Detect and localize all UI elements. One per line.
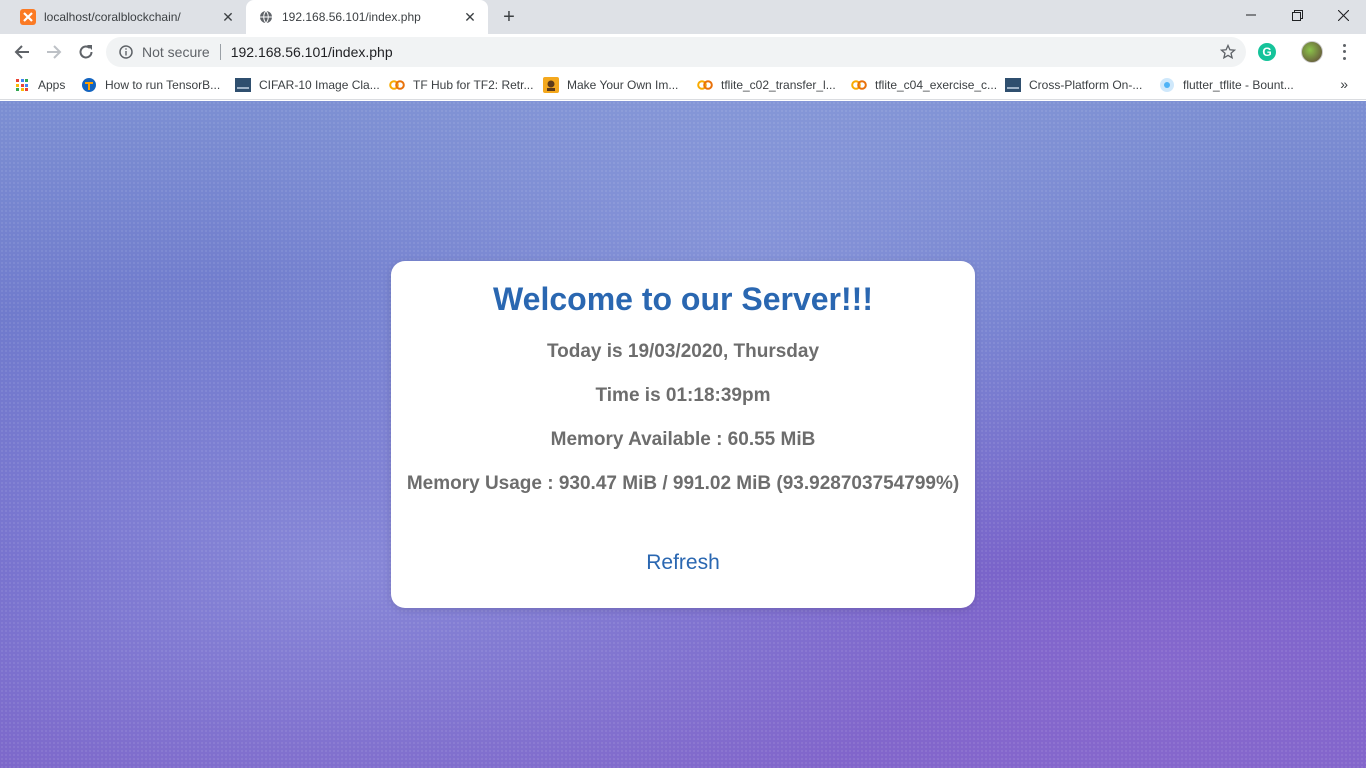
info-icon[interactable] — [118, 44, 134, 60]
bookmark-cross-platform[interactable]: Cross-Platform On-... — [1005, 76, 1142, 94]
bookmark-cifar10[interactable]: CIFAR-10 Image Cla... — [235, 76, 380, 94]
refresh-link[interactable]: Refresh — [391, 551, 975, 575]
browser-toolbar: Not secure 192.168.56.101/index.php — [0, 34, 1366, 70]
minimize-button[interactable] — [1228, 0, 1274, 30]
colab-icon — [851, 77, 867, 93]
bookmark-label: Apps — [38, 78, 66, 92]
browser-menu-button[interactable] — [1336, 42, 1352, 62]
memory-available-text: Memory Available : 60.55 MiB — [550, 429, 816, 450]
apps-grid-icon — [14, 77, 30, 93]
forward-arrow-icon — [47, 45, 62, 59]
time-text: Time is 01:18:39pm — [595, 385, 771, 406]
page-background: Welcome to our Server!!! Today is 19/03/… — [0, 101, 1366, 768]
server-info-card: Welcome to our Server!!! Today is 19/03/… — [391, 261, 975, 608]
bookmark-label: tflite_c02_transfer_l... — [721, 78, 836, 92]
bookmark-tensorboard[interactable]: How to run TensorB... — [81, 76, 220, 94]
profile-avatar[interactable] — [1301, 41, 1323, 63]
tab-close-icon[interactable]: ✕ — [220, 9, 236, 25]
reload-icon — [79, 45, 93, 59]
bountysource-icon — [1159, 77, 1175, 93]
separator — [219, 44, 221, 60]
bookmark-label: CIFAR-10 Image Cla... — [259, 78, 380, 92]
close-window-button[interactable] — [1320, 0, 1366, 30]
bookmark-make-your-own[interactable]: Make Your Own Im... — [543, 76, 678, 94]
bookmark-label: Make Your Own Im... — [567, 78, 679, 92]
back-arrow-icon — [14, 45, 29, 59]
bookmark-label: flutter_tflite - Bount... — [1183, 78, 1294, 92]
tab-strip: localhost/coralblockchain/ ✕ 192.168.56.… — [0, 0, 1366, 34]
security-label: Not secure — [142, 44, 210, 60]
grammarly-extension-icon[interactable]: G — [1258, 43, 1276, 61]
bookmark-label: How to run TensorB... — [105, 78, 221, 92]
bookmark-star-icon[interactable] — [1219, 43, 1237, 60]
bookmark-apps[interactable]: Apps — [14, 76, 65, 94]
colab-icon — [389, 77, 405, 93]
bookmark-label: Cross-Platform On-... — [1029, 78, 1143, 92]
back-button[interactable] — [8, 38, 36, 66]
close-icon — [1337, 9, 1349, 21]
date-text: Today is 19/03/2020, Thursday — [546, 341, 820, 362]
page-title: Welcome to our Server!!! — [493, 281, 873, 317]
xampp-icon — [20, 9, 36, 25]
reload-button[interactable] — [72, 38, 100, 66]
tab-title: localhost/coralblockchain/ — [44, 10, 181, 24]
address-bar[interactable]: Not secure 192.168.56.101/index.php — [106, 37, 1246, 67]
minimize-icon — [1246, 14, 1256, 16]
site-thumbnail-icon — [1005, 77, 1021, 93]
new-tab-button[interactable]: + — [498, 6, 520, 28]
more-bookmarks-chevron-icon[interactable]: » — [1340, 76, 1348, 92]
tab-localhost[interactable]: localhost/coralblockchain/ ✕ — [8, 0, 246, 34]
bookmark-label: TF Hub for TF2: Retr... — [413, 78, 534, 92]
bookmark-tflite-c02[interactable]: tflite_c02_transfer_l... — [697, 76, 836, 94]
site-thumbnail-icon — [235, 77, 251, 93]
bookmark-flutter-tflite[interactable]: flutter_tflite - Bount... — [1159, 76, 1294, 94]
restore-icon — [1291, 9, 1303, 21]
tab-title: 192.168.56.101/index.php — [282, 10, 421, 24]
url-text[interactable]: 192.168.56.101/index.php — [231, 44, 393, 60]
colab-icon — [697, 77, 713, 93]
bookmark-tflite-c04[interactable]: tflite_c04_exercise_c... — [851, 76, 997, 94]
tab-index-php[interactable]: 192.168.56.101/index.php ✕ — [246, 0, 488, 34]
globe-icon — [258, 9, 274, 25]
memory-usage-text: Memory Usage : 930.47 MiB / 991.02 MiB (… — [406, 473, 960, 494]
bookmark-label: tflite_c04_exercise_c... — [875, 78, 998, 92]
restore-button[interactable] — [1274, 0, 1320, 30]
tab-close-icon[interactable]: ✕ — [462, 9, 478, 25]
forward-button[interactable] — [40, 38, 68, 66]
bookmark-tf-hub[interactable]: TF Hub for TF2: Retr... — [389, 76, 533, 94]
tensorflow-icon — [81, 77, 97, 93]
bookmarks-bar: Apps How to run TensorB... CIFAR-10 Imag… — [0, 70, 1366, 100]
bookmark-site-icon — [543, 77, 559, 93]
